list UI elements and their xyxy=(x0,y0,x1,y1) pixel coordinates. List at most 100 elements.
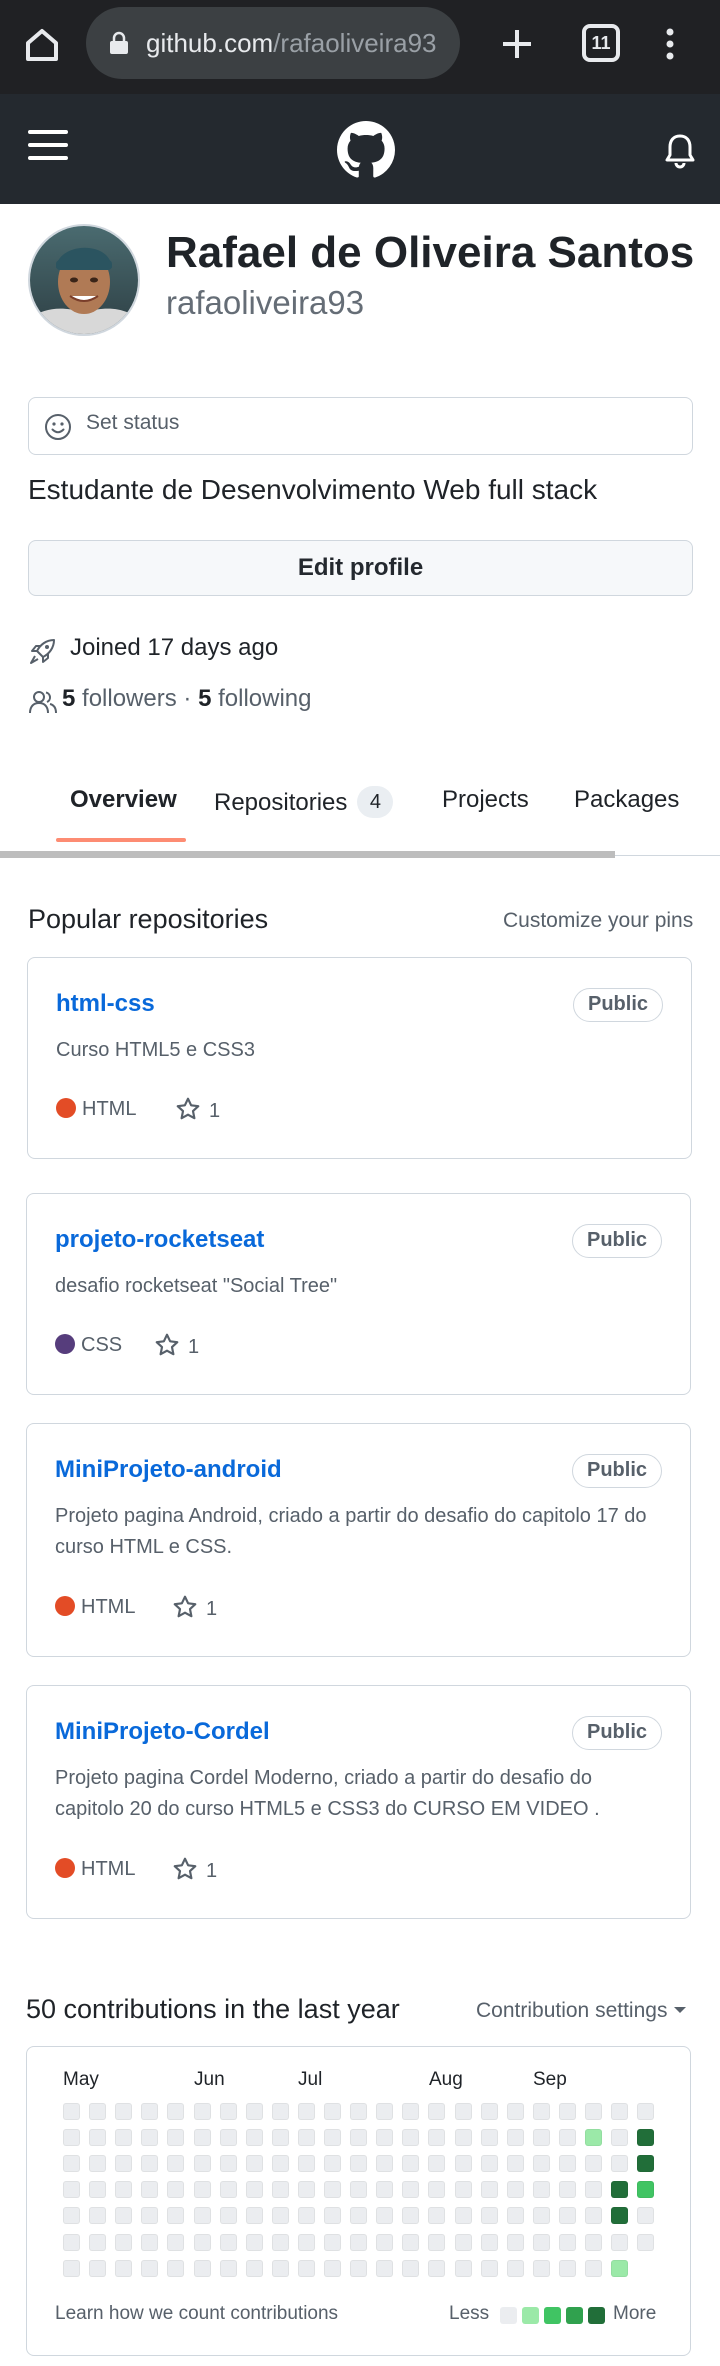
contribution-day-cell[interactable] xyxy=(350,2155,367,2172)
contribution-day-cell[interactable] xyxy=(481,2155,498,2172)
customize-pins-link[interactable]: Customize your pins xyxy=(503,909,693,933)
contribution-day-cell[interactable] xyxy=(272,2155,289,2172)
contribution-day-cell[interactable] xyxy=(350,2234,367,2251)
contribution-day-cell[interactable] xyxy=(194,2207,211,2224)
contribution-day-cell[interactable] xyxy=(559,2103,576,2120)
contribution-day-cell[interactable] xyxy=(246,2129,263,2146)
contribution-day-cell[interactable] xyxy=(428,2181,445,2198)
contribution-day-cell[interactable] xyxy=(324,2155,341,2172)
contribution-day-cell[interactable] xyxy=(89,2234,106,2251)
edit-profile-button[interactable]: Edit profile xyxy=(28,540,693,596)
contribution-day-cell[interactable] xyxy=(637,2207,654,2224)
contribution-day-cell[interactable] xyxy=(481,2181,498,2198)
contribution-day-cell[interactable] xyxy=(402,2129,419,2146)
avatar[interactable] xyxy=(28,224,140,336)
contribution-day-cell[interactable] xyxy=(533,2129,550,2146)
contribution-day-cell[interactable] xyxy=(298,2234,315,2251)
contribution-day-cell[interactable] xyxy=(167,2207,184,2224)
contribution-day-cell[interactable] xyxy=(507,2234,524,2251)
contribution-day-cell[interactable] xyxy=(246,2155,263,2172)
hamburger-menu-icon[interactable] xyxy=(26,127,70,163)
repo-name-link[interactable]: MiniProjeto-Cordel xyxy=(55,1718,270,1746)
contribution-day-cell[interactable] xyxy=(194,2181,211,2198)
repo-name-link[interactable]: projeto-rocketseat xyxy=(55,1226,264,1254)
contribution-day-cell[interactable] xyxy=(428,2103,445,2120)
contribution-day-cell[interactable] xyxy=(402,2155,419,2172)
contribution-day-cell[interactable] xyxy=(220,2129,237,2146)
contribution-day-cell[interactable] xyxy=(115,2129,132,2146)
bell-icon[interactable] xyxy=(662,130,698,170)
contribution-day-cell[interactable] xyxy=(611,2181,628,2198)
contribution-day-cell[interactable] xyxy=(167,2129,184,2146)
contribution-day-cell[interactable] xyxy=(533,2155,550,2172)
contribution-day-cell[interactable] xyxy=(376,2207,393,2224)
tab-packages[interactable]: Packages xyxy=(574,786,679,814)
contribution-day-cell[interactable] xyxy=(455,2234,472,2251)
contribution-day-cell[interactable] xyxy=(167,2103,184,2120)
repo-stars-link[interactable]: 1 xyxy=(175,1096,220,1123)
contribution-day-cell[interactable] xyxy=(89,2260,106,2277)
contribution-day-cell[interactable] xyxy=(533,2234,550,2251)
contribution-day-cell[interactable] xyxy=(376,2234,393,2251)
contribution-day-cell[interactable] xyxy=(559,2234,576,2251)
tab-switcher-button[interactable]: 11 xyxy=(582,24,620,62)
repo-stars-link[interactable]: 1 xyxy=(172,1594,217,1621)
contribution-day-cell[interactable] xyxy=(220,2155,237,2172)
contribution-day-cell[interactable] xyxy=(428,2207,445,2224)
new-tab-icon[interactable] xyxy=(497,24,537,64)
contribution-day-cell[interactable] xyxy=(324,2207,341,2224)
contribution-day-cell[interactable] xyxy=(246,2181,263,2198)
contribution-day-cell[interactable] xyxy=(89,2181,106,2198)
contribution-day-cell[interactable] xyxy=(559,2260,576,2277)
contribution-day-cell[interactable] xyxy=(89,2129,106,2146)
contribution-day-cell[interactable] xyxy=(585,2260,602,2277)
tab-projects[interactable]: Projects xyxy=(442,786,529,814)
contribution-day-cell[interactable] xyxy=(428,2155,445,2172)
tabs-scrollbar[interactable] xyxy=(0,851,615,858)
contribution-day-cell[interactable] xyxy=(533,2103,550,2120)
contribution-day-cell[interactable] xyxy=(481,2129,498,2146)
repo-stars-link[interactable]: 1 xyxy=(172,1856,217,1883)
contribution-day-cell[interactable] xyxy=(141,2207,158,2224)
contribution-settings-button[interactable]: Contribution settings xyxy=(476,1999,687,2023)
contribution-day-cell[interactable] xyxy=(455,2181,472,2198)
repo-name-link[interactable]: html-css xyxy=(56,990,155,1018)
contribution-day-cell[interactable] xyxy=(298,2155,315,2172)
contribution-day-cell[interactable] xyxy=(559,2129,576,2146)
contribution-day-cell[interactable] xyxy=(533,2260,550,2277)
contribution-day-cell[interactable] xyxy=(376,2103,393,2120)
contribution-day-cell[interactable] xyxy=(246,2207,263,2224)
contribution-day-cell[interactable] xyxy=(246,2234,263,2251)
contribution-day-cell[interactable] xyxy=(533,2181,550,2198)
contribution-day-cell[interactable] xyxy=(455,2103,472,2120)
contribution-day-cell[interactable] xyxy=(611,2129,628,2146)
contribution-day-cell[interactable] xyxy=(115,2103,132,2120)
contribution-day-cell[interactable] xyxy=(559,2155,576,2172)
contribution-day-cell[interactable] xyxy=(194,2103,211,2120)
contribution-day-cell[interactable] xyxy=(376,2129,393,2146)
contribution-day-cell[interactable] xyxy=(272,2234,289,2251)
contribution-day-cell[interactable] xyxy=(141,2260,158,2277)
contribution-day-cell[interactable] xyxy=(481,2207,498,2224)
repo-name-link[interactable]: MiniProjeto-android xyxy=(55,1456,282,1484)
contribution-day-cell[interactable] xyxy=(507,2129,524,2146)
contribution-day-cell[interactable] xyxy=(194,2260,211,2277)
contribution-day-cell[interactable] xyxy=(194,2129,211,2146)
contribution-day-cell[interactable] xyxy=(402,2103,419,2120)
contribution-day-cell[interactable] xyxy=(585,2207,602,2224)
contribution-day-cell[interactable] xyxy=(246,2103,263,2120)
contribution-day-cell[interactable] xyxy=(507,2181,524,2198)
contribution-day-cell[interactable] xyxy=(194,2234,211,2251)
address-bar[interactable]: github.com/rafaoliveira93 xyxy=(86,7,460,79)
contribution-day-cell[interactable] xyxy=(428,2260,445,2277)
contribution-day-cell[interactable] xyxy=(220,2234,237,2251)
contribution-day-cell[interactable] xyxy=(115,2260,132,2277)
contribution-day-cell[interactable] xyxy=(115,2181,132,2198)
contribution-day-cell[interactable] xyxy=(272,2103,289,2120)
contribution-day-cell[interactable] xyxy=(141,2103,158,2120)
contribution-day-cell[interactable] xyxy=(507,2260,524,2277)
contribution-day-cell[interactable] xyxy=(63,2103,80,2120)
contribution-day-cell[interactable] xyxy=(481,2260,498,2277)
following-link[interactable]: following xyxy=(218,685,311,712)
contribution-day-cell[interactable] xyxy=(402,2234,419,2251)
